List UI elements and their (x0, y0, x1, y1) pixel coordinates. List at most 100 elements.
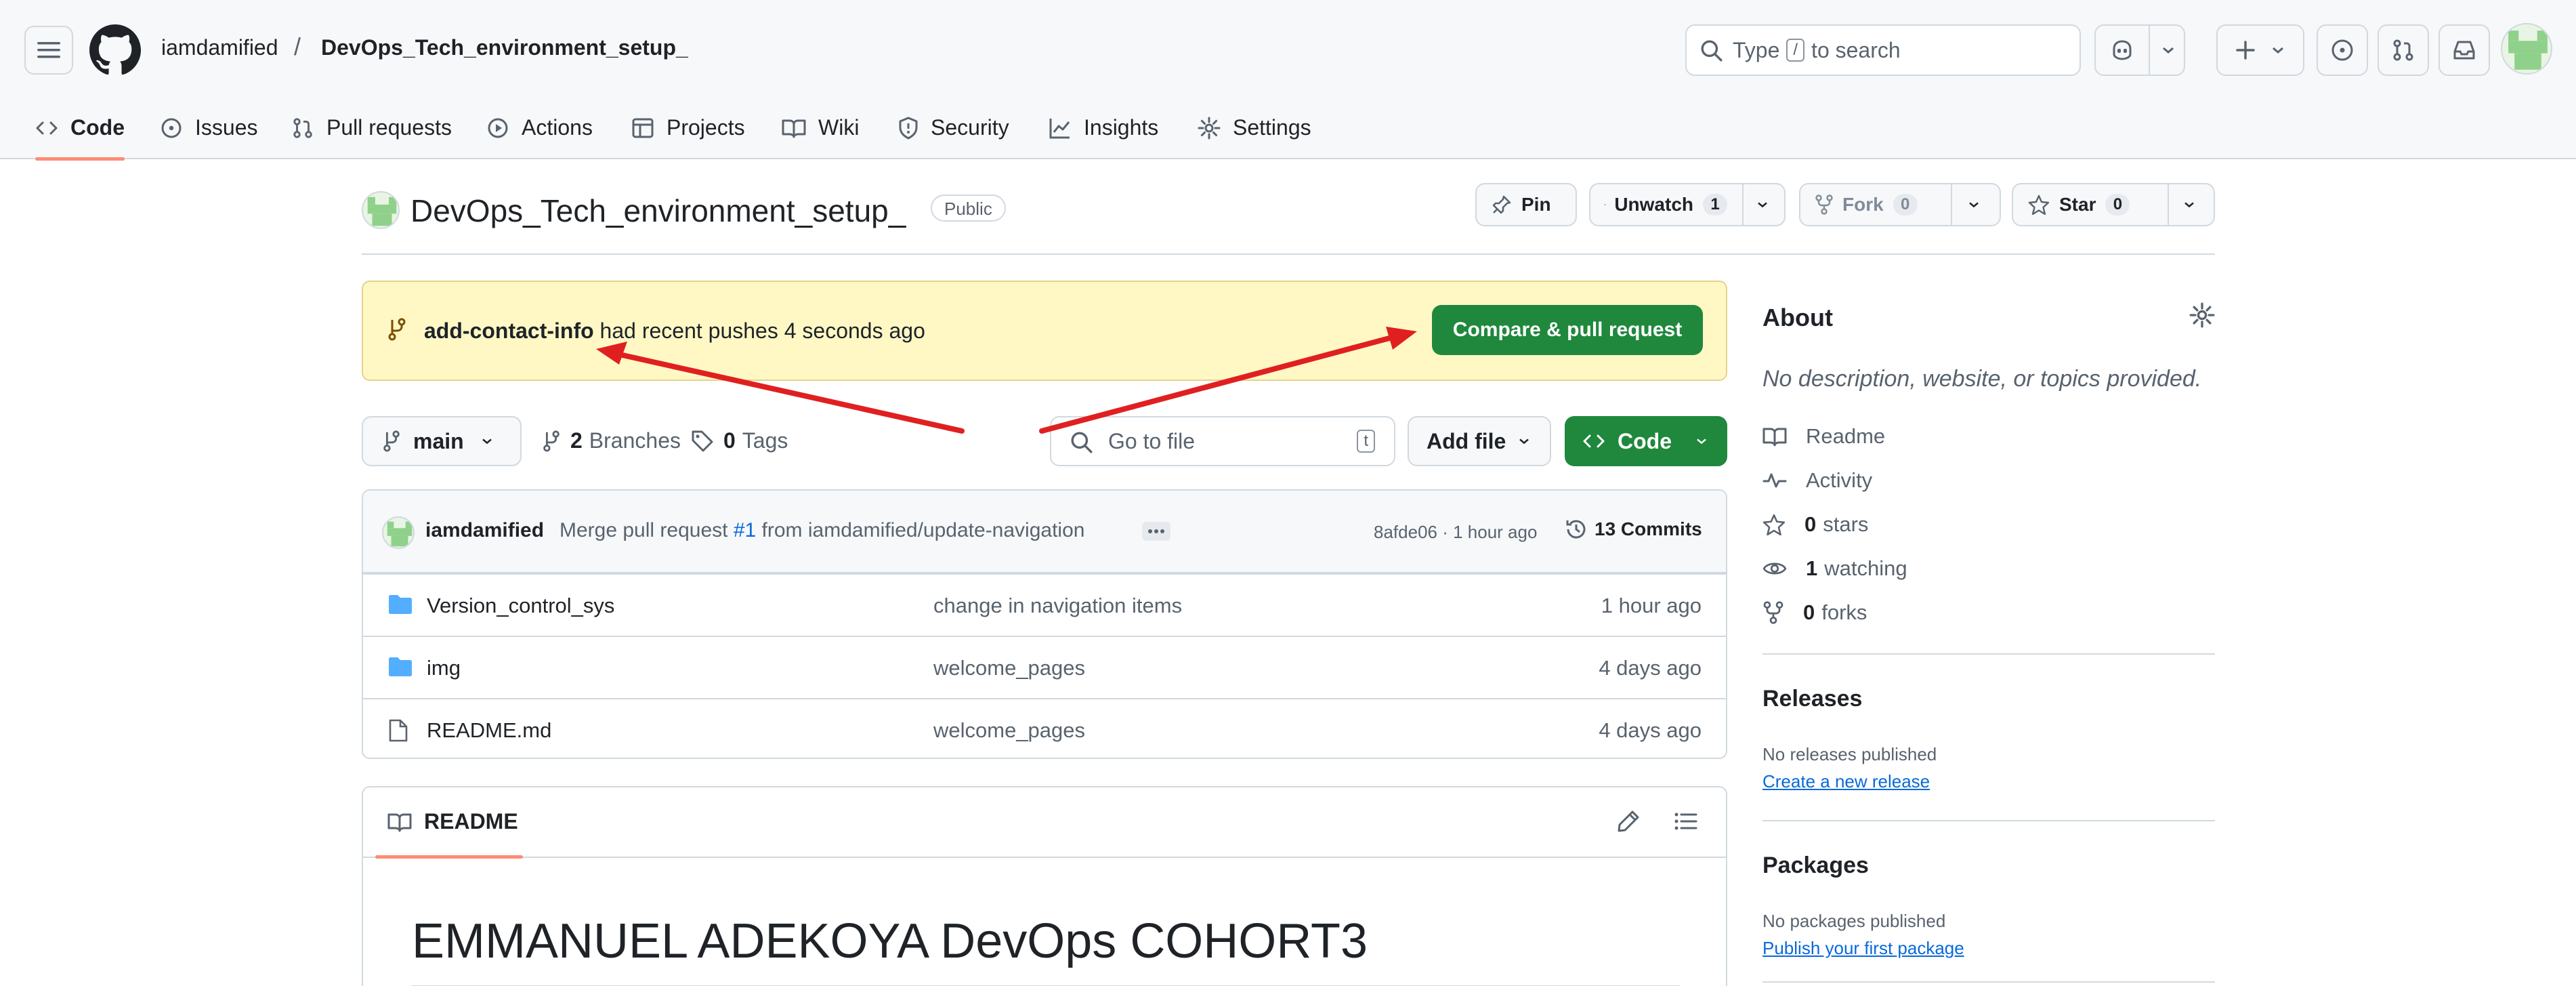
pull-request-icon (2393, 39, 2413, 61)
ellipsis-icon (1148, 529, 1164, 533)
repo-owner-avatar[interactable] (362, 191, 400, 229)
stars-link[interactable]: 0 stars (1762, 512, 1868, 537)
banner-branch-name[interactable]: add-contact-info (424, 319, 594, 343)
history-icon (1566, 520, 1586, 539)
pin-button[interactable]: Pin (1475, 183, 1577, 226)
commit-message[interactable]: Merge pull request #1 from iamdamified/u… (559, 519, 1084, 542)
tab-actions[interactable]: Actions (486, 96, 593, 159)
star-button[interactable]: Star 0 (2012, 183, 2215, 226)
tag-icon (692, 430, 713, 451)
commits-link[interactable]: 13 Commits (1565, 518, 1702, 541)
commit-author[interactable]: iamdamified (425, 519, 544, 542)
fork-button[interactable]: Fork 0 (1799, 183, 2001, 226)
unwatch-button[interactable]: Unwatch 1 (1589, 183, 1786, 226)
github-logo-icon[interactable] (89, 24, 141, 76)
pencil-icon[interactable] (1616, 809, 1641, 834)
issue-icon (161, 118, 182, 138)
gear-icon[interactable] (2189, 302, 2215, 328)
issues-button[interactable] (2317, 24, 2368, 76)
readme-link[interactable]: Readme (1762, 424, 1885, 449)
tab-pull-requests[interactable]: Pull requests (291, 96, 452, 159)
readme-tab[interactable]: README (387, 809, 518, 834)
stars-count: 0 (1804, 512, 1817, 536)
file-commit-time: 4 days ago (1599, 656, 1702, 680)
branches-count: 2 (570, 428, 583, 453)
search-prefix: Type (1733, 37, 1780, 62)
pulse-icon (1762, 473, 1787, 488)
pull-request-icon (293, 117, 312, 138)
packages-heading[interactable]: Packages (1762, 853, 1869, 879)
commits-count: 13 Commits (1595, 518, 1702, 539)
repo-link[interactable]: DevOps_Tech_environment_setup_ (321, 35, 688, 60)
about-description: No description, website, or topics provi… (1762, 366, 2202, 392)
activity-link-label: Activity (1806, 468, 1873, 492)
tab-issues[interactable]: Issues (160, 96, 257, 159)
visibility-badge: Public (931, 194, 1006, 222)
go-to-file-placeholder: Go to file (1108, 428, 1196, 453)
file-name[interactable]: Version_control_sys (427, 594, 614, 618)
file-commit-message[interactable]: change in navigation items (933, 594, 1182, 618)
branch-icon (383, 430, 400, 452)
tab-insights[interactable]: Insights (1049, 96, 1158, 159)
table-row[interactable]: Version_control_sys change in navigation… (363, 573, 1726, 636)
search-suffix: to search (1811, 37, 1901, 62)
search-input[interactable]: Type / to search (1685, 24, 2081, 76)
menu-button[interactable] (24, 26, 73, 75)
branch-selector[interactable]: main (362, 416, 522, 466)
owner-link[interactable]: iamdamified (161, 35, 278, 60)
readme-link-label: Readme (1806, 424, 1886, 448)
readme-panel: README EMMANUEL ADEKOYA DevOps COHORT3 (362, 786, 1727, 986)
create-release-link[interactable]: Create a new release (1762, 771, 1930, 792)
tags-count: 0 (723, 428, 736, 453)
tab-projects[interactable]: Projects (631, 96, 745, 159)
folder-icon (389, 595, 412, 614)
list-icon[interactable] (1673, 809, 1697, 834)
tab-code[interactable]: Code (35, 96, 125, 161)
tags-link[interactable]: 0 Tags (691, 428, 788, 453)
commit-sha-time[interactable]: 8afde06 · 1 hour ago (1374, 522, 1537, 543)
eye-icon (1604, 204, 1607, 205)
commit-author-avatar[interactable] (382, 516, 415, 549)
create-new-button[interactable] (2216, 24, 2304, 76)
go-to-file-input[interactable]: Go to file t (1050, 416, 1395, 466)
file-name[interactable]: README.md (427, 718, 551, 743)
about-heading: About (1762, 304, 1833, 331)
activity-link[interactable]: Activity (1762, 468, 1872, 493)
publish-package-link[interactable]: Publish your first package (1762, 938, 1964, 959)
releases-heading[interactable]: Releases (1762, 686, 1862, 712)
table-row[interactable]: img welcome_pages 4 days ago (363, 636, 1726, 698)
commit-message-suffix: from iamdamified/update-navigation (761, 519, 1085, 541)
tab-settings[interactable]: Settings (1198, 96, 1311, 159)
search-icon (1071, 432, 1093, 453)
tab-security[interactable]: Security (898, 96, 1009, 159)
commit-pr-link[interactable]: #1 (734, 519, 756, 541)
branch-icon (388, 318, 406, 341)
compare-pull-request-button[interactable]: Compare & pull request (1432, 305, 1703, 355)
copilot-button[interactable] (2094, 24, 2185, 76)
identicon-icon (2508, 30, 2548, 70)
user-avatar[interactable] (2501, 23, 2552, 75)
book-icon (1762, 428, 1787, 447)
file-commit-message[interactable]: welcome_pages (933, 718, 1085, 743)
branches-link[interactable]: 2 Branches (542, 428, 681, 453)
tab-wiki[interactable]: Wiki (782, 96, 859, 159)
file-name[interactable]: img (427, 656, 461, 680)
chevron-down-icon[interactable] (2161, 45, 2176, 55)
latest-commit-bar: iamdamified Merge pull request #1 from i… (363, 491, 1726, 573)
table-row[interactable]: README.md welcome_pages 4 days ago (363, 698, 1726, 758)
code-button[interactable]: Code (1565, 416, 1727, 466)
inbox-button[interactable] (2438, 24, 2490, 76)
expand-commit-button[interactable] (1142, 522, 1170, 541)
watching-link[interactable]: 1 watching (1762, 556, 1907, 581)
file-commit-time: 4 days ago (1599, 718, 1702, 742)
file-commit-message[interactable]: welcome_pages (933, 656, 1085, 680)
forks-link[interactable]: 0 forks (1762, 600, 1867, 625)
tab-label: Settings (1233, 115, 1311, 140)
search-icon (1701, 40, 1723, 62)
tab-label: Security (931, 115, 1009, 140)
copilot-icon (2113, 40, 2132, 60)
repo-title[interactable]: DevOps_Tech_environment_setup_ (410, 192, 906, 229)
add-file-button[interactable]: Add file (1408, 416, 1551, 466)
star-icon (2028, 194, 2050, 215)
pull-requests-button[interactable] (2378, 24, 2429, 76)
